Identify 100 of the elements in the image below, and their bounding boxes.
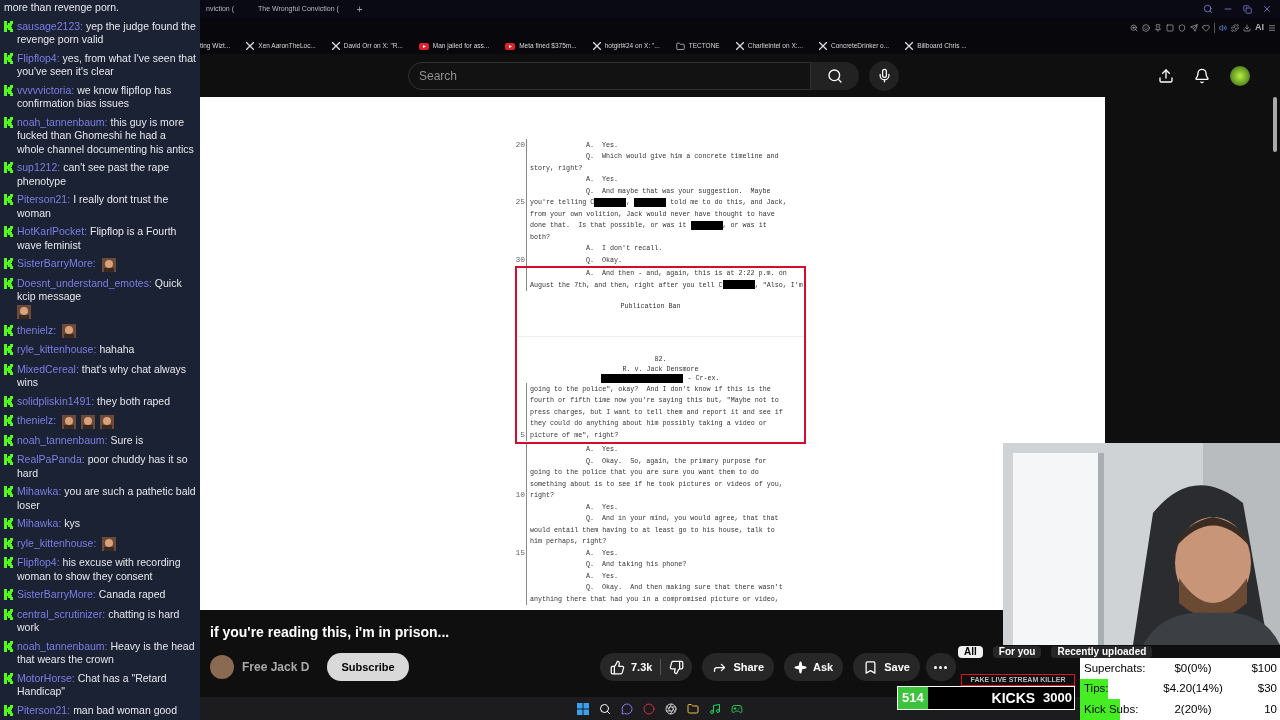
line-number: 10 bbox=[515, 490, 525, 500]
smiley-icon[interactable] bbox=[1142, 24, 1150, 32]
kick-logo-icon bbox=[4, 194, 14, 205]
chat-message: Mihawka: kys bbox=[17, 517, 82, 531]
chat-message: SisterBarryMore: Canada raped bbox=[17, 588, 167, 602]
goal-label: Superchats: bbox=[1083, 660, 1147, 676]
chat-message: noah_tannenbaum: Heavy is the head that wears the crown bbox=[17, 639, 196, 667]
ask-button[interactable]: Ask bbox=[784, 653, 844, 681]
x-logo-icon bbox=[818, 42, 827, 50]
kick-logo-icon bbox=[4, 324, 14, 336]
search-icon[interactable] bbox=[599, 702, 611, 715]
kick-logo-icon bbox=[4, 363, 14, 375]
kick-logo-icon bbox=[4, 486, 14, 497]
chat-message: ryle_kittenhouse: hahaha bbox=[17, 343, 136, 357]
kick-logo-icon bbox=[4, 162, 14, 173]
new-tab-button[interactable]: + bbox=[356, 1, 363, 17]
subscribe-button[interactable]: Subscribe bbox=[327, 653, 409, 681]
kick-logo-icon bbox=[4, 589, 14, 600]
restore-icon[interactable] bbox=[1243, 4, 1252, 14]
kick-logo-icon bbox=[4, 116, 14, 128]
kicks-goal: 3000 bbox=[1043, 689, 1073, 708]
chat-message: solidpliskin1491: they both raped bbox=[17, 394, 172, 408]
avatar[interactable] bbox=[1230, 65, 1250, 86]
bookmark-icon bbox=[863, 659, 879, 675]
bell-icon[interactable] bbox=[1194, 67, 1210, 84]
kick-logo-icon bbox=[4, 258, 14, 269]
gamepad-icon[interactable] bbox=[731, 702, 743, 715]
goal-label: Tips: bbox=[1083, 681, 1110, 697]
more-button[interactable] bbox=[925, 653, 956, 681]
chat-message: MixedCereal: that's why chat always wins bbox=[17, 362, 187, 390]
shield-icon[interactable] bbox=[1178, 24, 1186, 32]
redaction-bar bbox=[722, 280, 755, 290]
chat-message: MotorHorse: Chat has a "Retard Handicap" bbox=[17, 671, 168, 699]
chat-message: central_scrutinizer: chatting is hard work bbox=[17, 607, 181, 635]
voice-search-button[interactable] bbox=[869, 60, 899, 91]
x-logo-icon bbox=[246, 42, 255, 50]
kicks-label: KICKS bbox=[991, 688, 1036, 708]
filter-chip[interactable]: All bbox=[958, 646, 983, 658]
kick-logo-icon bbox=[4, 518, 14, 529]
chat-message: RealPaPanda: poor chuddy has it so hard bbox=[17, 453, 189, 480]
chat-bubble-icon[interactable] bbox=[621, 702, 633, 715]
x-logo-icon bbox=[592, 42, 601, 50]
kick-logo-icon bbox=[4, 454, 14, 465]
chat-message: more than revenge porn. bbox=[4, 1, 119, 13]
ai-button[interactable]: AI bbox=[1255, 21, 1264, 35]
folder-icon[interactable] bbox=[687, 702, 699, 715]
chat-message: Mihawka: you are such a pathetic bald loser bbox=[17, 485, 196, 512]
download-icon[interactable] bbox=[1243, 24, 1251, 32]
zoom-in-icon[interactable] bbox=[1130, 24, 1138, 32]
puzzle-icon[interactable] bbox=[1231, 24, 1239, 32]
line-number: 30 bbox=[515, 254, 525, 264]
chat-message: sup1212: can't see past the rape phenotype bbox=[17, 161, 171, 188]
line-number: 15 bbox=[515, 547, 525, 557]
pin-icon[interactable] bbox=[1154, 24, 1162, 32]
send-icon[interactable] bbox=[1190, 24, 1198, 32]
search-field[interactable]: Search bbox=[408, 61, 811, 90]
kick-logo-icon bbox=[4, 395, 14, 407]
kicks-count: 514 bbox=[901, 689, 924, 708]
windows-logo-icon[interactable] bbox=[577, 702, 589, 715]
thumbs-up-icon bbox=[610, 659, 625, 675]
thumbs-down-icon bbox=[669, 659, 685, 675]
save-button[interactable]: Save bbox=[853, 653, 920, 681]
upload-icon[interactable] bbox=[1158, 67, 1174, 84]
kick-logo-icon bbox=[4, 226, 14, 237]
channel-avatar[interactable] bbox=[210, 655, 234, 679]
kick-logo-icon bbox=[4, 537, 14, 549]
kick-logo-icon bbox=[4, 52, 14, 64]
x-logo-icon bbox=[905, 42, 914, 50]
chat-message: Flipflop4: his excuse with recording woman to show they consent bbox=[17, 556, 182, 583]
filter-chip[interactable]: For you bbox=[992, 646, 1042, 658]
speaker-icon[interactable] bbox=[1219, 24, 1227, 32]
chat-username: ryle_kittenhouse: bbox=[17, 536, 97, 550]
kick-logo-icon bbox=[4, 704, 14, 716]
kick-logo-icon bbox=[4, 415, 14, 426]
close-icon[interactable] bbox=[1262, 4, 1272, 14]
folder-icon bbox=[675, 41, 685, 51]
kick-logo-icon bbox=[4, 608, 14, 620]
channel-name[interactable]: Free Jack D bbox=[242, 658, 310, 676]
circle-icon[interactable] bbox=[643, 702, 655, 715]
kick-logo-icon bbox=[4, 557, 14, 568]
menu-icon[interactable] bbox=[1268, 24, 1276, 32]
chat-message: sausage2123: yep the judge found the revenge porn valid bbox=[17, 19, 196, 47]
chat-username: thenielz: bbox=[17, 323, 57, 337]
share-button[interactable]: Share bbox=[702, 653, 774, 681]
goal-target: $100 bbox=[1251, 660, 1278, 676]
kick-logo-icon bbox=[4, 344, 14, 355]
square-icon[interactable] bbox=[1166, 24, 1174, 32]
search-button[interactable] bbox=[811, 61, 859, 90]
chat-message: Piterson21: I really dont trust the woman bbox=[17, 193, 170, 220]
scrollbar-thumb[interactable] bbox=[1273, 97, 1277, 152]
music-icon[interactable] bbox=[709, 702, 721, 715]
heart-icon[interactable] bbox=[1202, 24, 1210, 32]
aperture-icon[interactable] bbox=[665, 702, 677, 715]
redaction-bar bbox=[690, 220, 723, 230]
goal-value: 2(20%) bbox=[1173, 701, 1213, 717]
kick-logo-icon bbox=[4, 84, 14, 96]
chat-message: Flipflop4: yes, from what I've seen that you've seen it's clear bbox=[17, 51, 196, 79]
chat-message: noah_tannenbaum: Sure is bbox=[17, 433, 145, 447]
x-logo-icon bbox=[735, 42, 744, 50]
filter-chip[interactable]: Recently uploaded bbox=[1051, 646, 1153, 658]
